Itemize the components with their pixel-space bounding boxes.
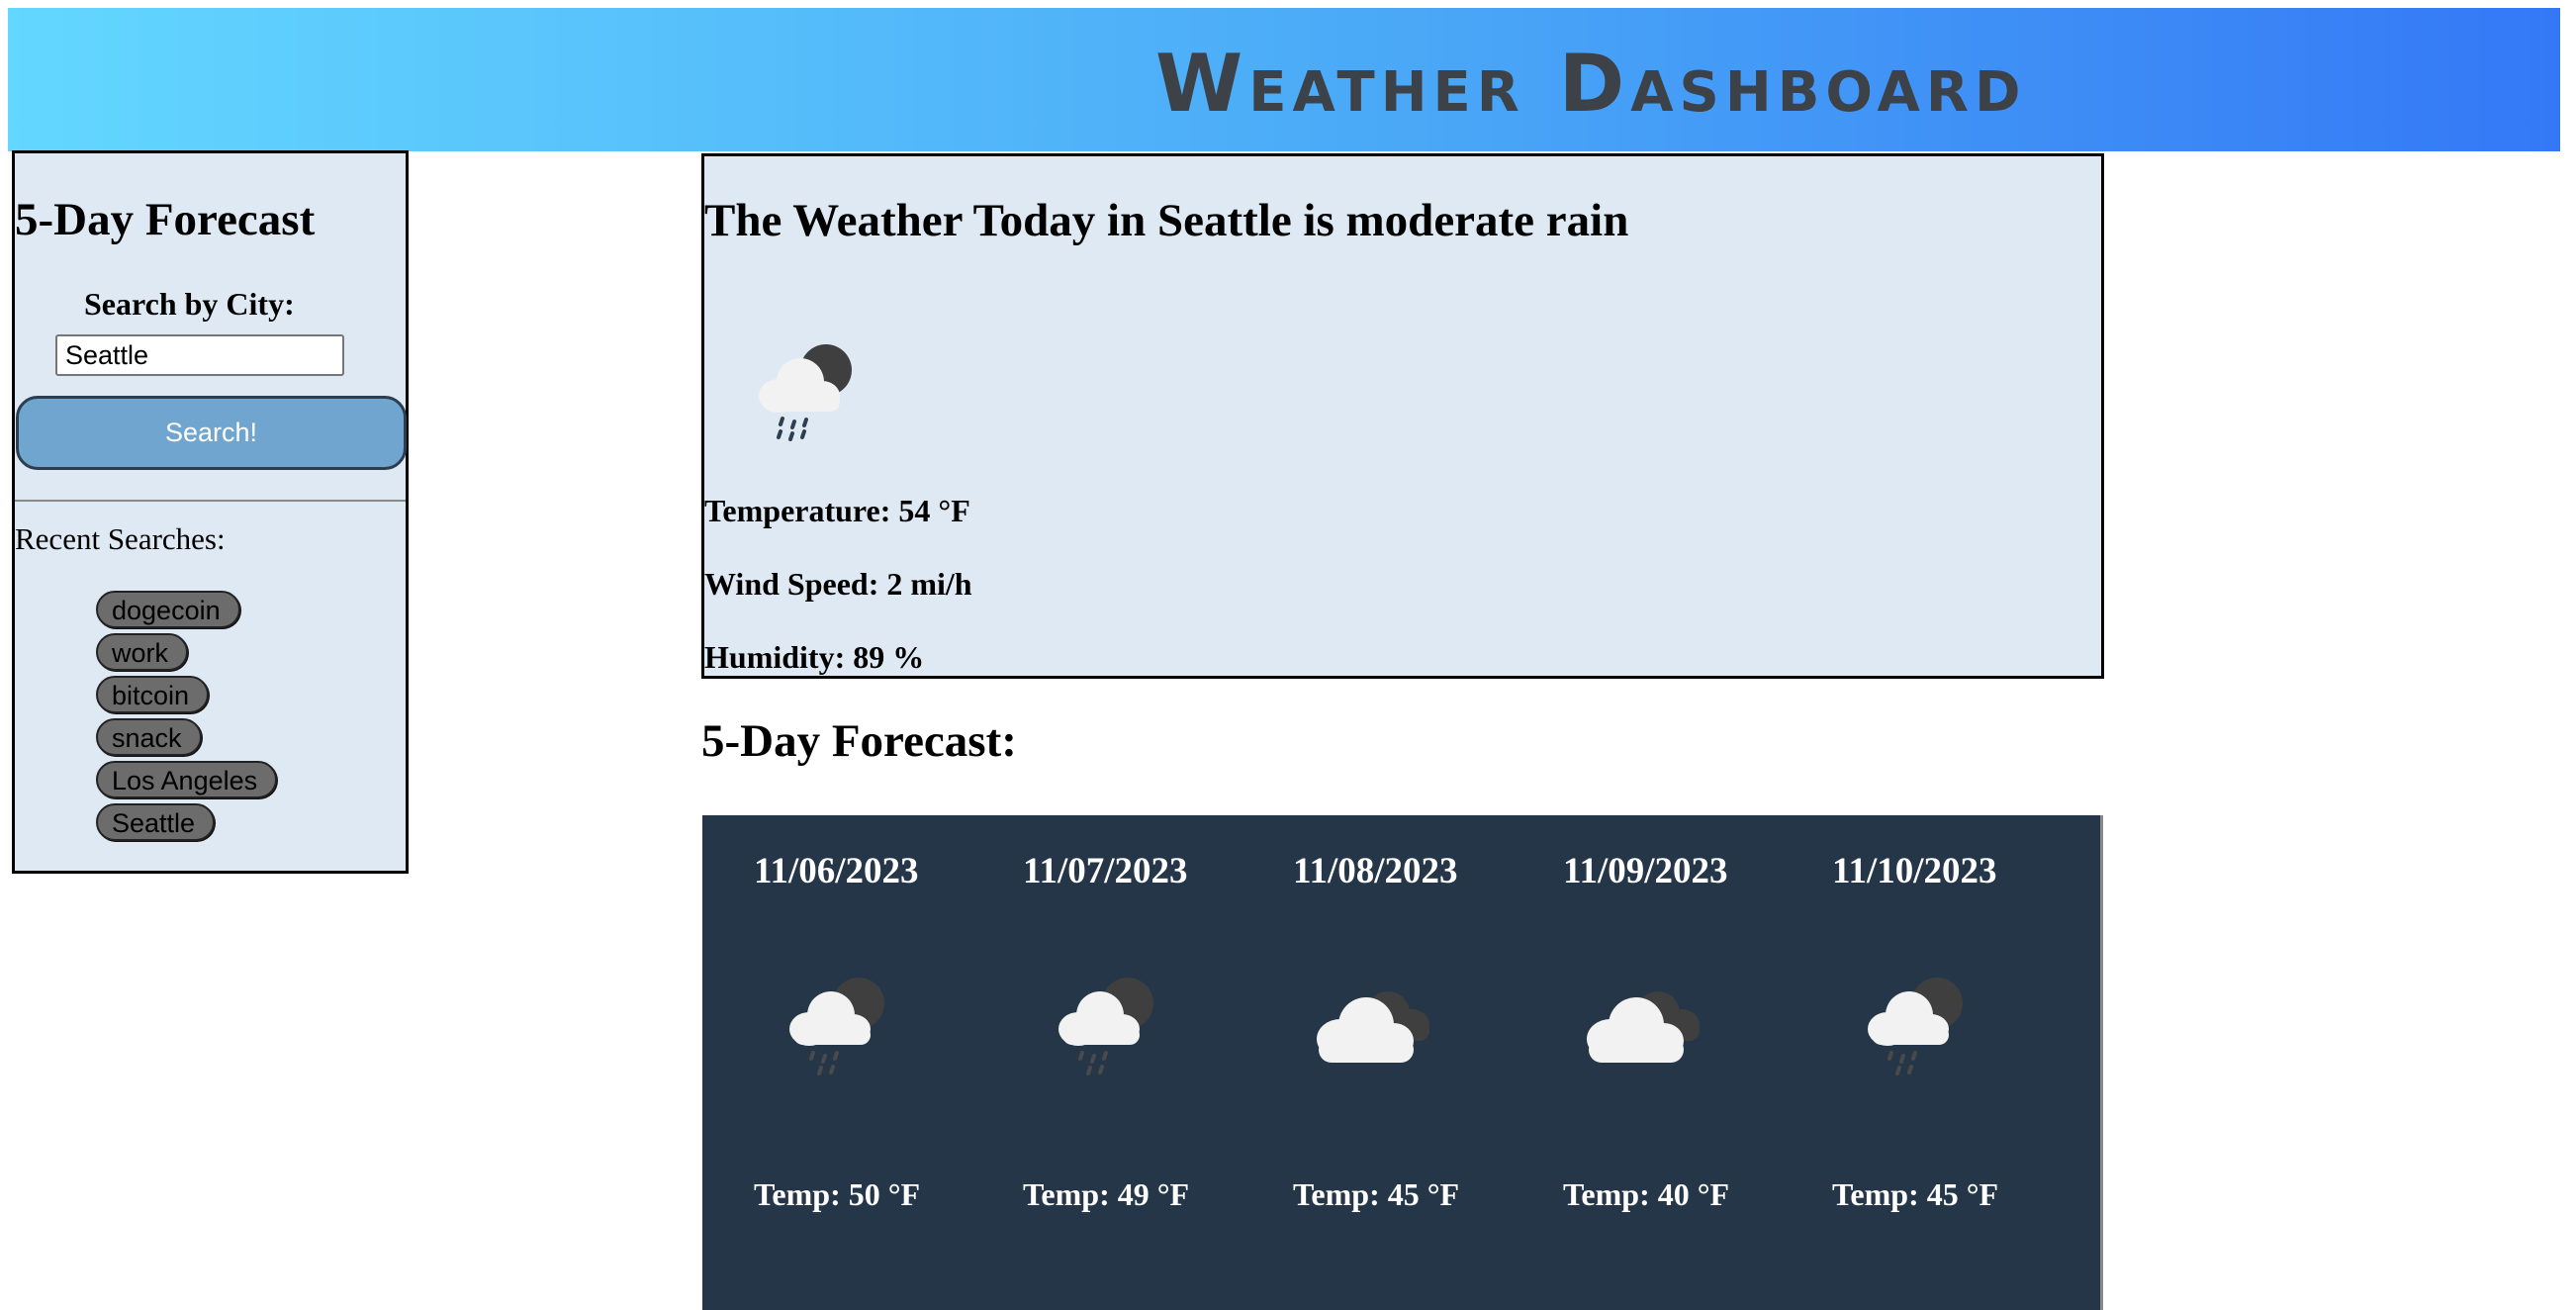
sidebar: 5-Day Forecast Search by City: Search! R… (12, 150, 409, 874)
forecast-card: 11/10/2023 Temp: 45 °F (1781, 815, 2018, 1310)
recent-search-button[interactable]: snack (96, 718, 202, 756)
sidebar-divider (15, 500, 406, 502)
list-item: work (96, 633, 277, 671)
page-title: Weather Dashboard (1155, 38, 2027, 130)
page-header: Weather Dashboard (8, 8, 2560, 151)
recent-searches-list: dogecoin work bitcoin snack Los Angeles … (96, 591, 278, 846)
current-temperature: Temperature: 54 °F (704, 493, 970, 528)
forecast-card: 11/07/2023 Temp: 49 °F (971, 815, 1209, 1310)
search-input[interactable] (55, 334, 344, 376)
search-label: Search by City: (84, 286, 295, 322)
broken-clouds-icon (1317, 991, 1429, 1063)
recent-search-button[interactable]: dogecoin (96, 591, 240, 628)
forecast-temperature: Temp: 50 °F (754, 1176, 921, 1212)
forecast-date: 11/07/2023 (1023, 851, 1188, 891)
recent-search-button[interactable]: work (96, 633, 189, 671)
list-item: bitcoin (96, 676, 277, 713)
search-button[interactable]: Search! (16, 396, 407, 470)
forecast-date: 11/10/2023 (1832, 851, 1997, 891)
forecast-date: 11/06/2023 (754, 851, 919, 891)
list-item: Los Angeles (96, 761, 278, 798)
recent-search-button[interactable]: Seattle (96, 803, 216, 841)
current-wind-speed: Wind Speed: 2 mi/h (704, 566, 972, 602)
recent-searches-label: Recent Searches: (15, 521, 226, 556)
forecast-date: 11/08/2023 (1293, 851, 1458, 891)
rain-cloud-moon-icon (1058, 978, 1153, 1076)
forecast-temperature: Temp: 45 °F (1293, 1176, 1460, 1212)
forecast-card: 11/06/2023 Temp: 50 °F (702, 815, 940, 1310)
forecast-date: 11/09/2023 (1563, 851, 1728, 891)
current-humidity: Humidity: 89 % (704, 639, 925, 675)
sidebar-title: 5-Day Forecast (15, 194, 316, 245)
rain-cloud-moon-icon (759, 344, 852, 441)
current-weather-panel: The Weather Today in Seattle is moderate… (701, 153, 2104, 679)
forecast-temperature: Temp: 49 °F (1023, 1176, 1190, 1212)
broken-clouds-icon (1587, 991, 1700, 1063)
forecast-card: 11/09/2023 Temp: 40 °F (1512, 815, 1749, 1310)
rain-cloud-moon-icon (1868, 978, 1963, 1076)
forecast-heading: 5-Day Forecast: (701, 715, 1017, 767)
recent-search-button[interactable]: Los Angeles (96, 761, 278, 798)
forecast-panel: 11/06/2023 Temp: 50 °F 11/07/2023 Temp: … (702, 815, 2103, 1310)
current-weather-title: The Weather Today in Seattle is moderate… (704, 195, 1629, 246)
forecast-temperature: Temp: 45 °F (1832, 1176, 1999, 1212)
recent-search-button[interactable]: bitcoin (96, 676, 210, 713)
forecast-temperature: Temp: 40 °F (1563, 1176, 1730, 1212)
forecast-card: 11/08/2023 Temp: 45 °F (1242, 815, 1479, 1310)
list-item: Seattle (96, 803, 277, 841)
rain-cloud-moon-icon (789, 978, 884, 1076)
list-item: dogecoin (96, 591, 277, 628)
list-item: snack (96, 718, 277, 756)
